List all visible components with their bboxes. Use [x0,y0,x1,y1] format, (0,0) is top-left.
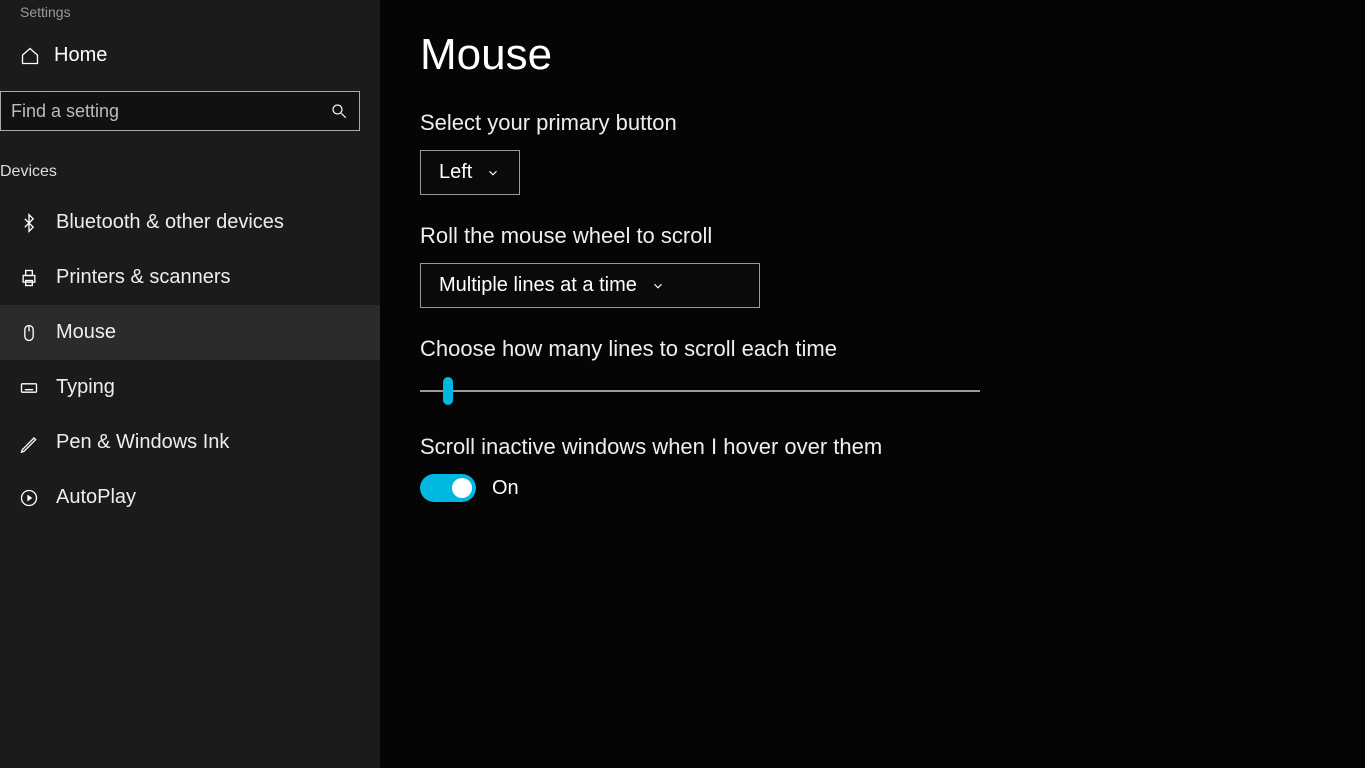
sidebar-item-pen[interactable]: Pen & Windows Ink [0,415,380,470]
scroll-mode-label: Roll the mouse wheel to scroll [420,223,1325,249]
main-content: Mouse Select your primary button Left Ro… [380,0,1365,768]
sidebar-item-label: Printers & scanners [56,266,231,289]
settings-app: Settings Home Devices [0,0,1365,768]
slider-thumb[interactable] [443,377,453,405]
sidebar-item-label: AutoPlay [56,486,136,509]
keyboard-icon [18,377,40,399]
dropdown-value: Multiple lines at a time [439,274,637,297]
page-title: Mouse [420,30,1325,80]
sidebar-item-bluetooth[interactable]: Bluetooth & other devices [0,195,380,250]
home-icon [20,46,40,66]
sidebar-item-label: Mouse [56,321,116,344]
sidebar-category: Devices [0,153,380,195]
dropdown-value: Left [439,161,472,184]
home-label: Home [54,44,107,67]
lines-per-scroll-label: Choose how many lines to scroll each tim… [420,336,1325,362]
chevron-down-icon [486,166,500,180]
inactive-scroll-toggle[interactable] [420,474,476,502]
sidebar-item-printers[interactable]: Printers & scanners [0,250,380,305]
sidebar-item-mouse[interactable]: Mouse [0,305,380,360]
sidebar-item-autoplay[interactable]: AutoPlay [0,470,380,525]
toggle-state-label: On [492,477,519,500]
printer-icon [18,267,40,289]
mouse-icon [18,322,40,344]
scroll-mode-dropdown[interactable]: Multiple lines at a time [420,263,760,308]
pen-icon [18,432,40,454]
sidebar-item-typing[interactable]: Typing [0,360,380,415]
search-input[interactable] [11,92,329,130]
primary-button-dropdown[interactable]: Left [420,150,520,195]
sidebar-nav: Bluetooth & other devices Printers & sca… [0,195,380,525]
slider-track [420,390,980,392]
window-title: Settings [0,0,380,30]
search-wrap [0,91,360,131]
search-icon [329,101,349,121]
chevron-down-icon [651,279,665,293]
sidebar-item-label: Bluetooth & other devices [56,211,284,234]
toggle-knob [452,478,472,498]
inactive-scroll-label: Scroll inactive windows when I hover ove… [420,434,1325,460]
home-link[interactable]: Home [0,30,380,81]
sidebar: Settings Home Devices [0,0,380,768]
bluetooth-icon [18,212,40,234]
primary-button-label: Select your primary button [420,110,1325,136]
inactive-scroll-row: On [420,474,1325,502]
search-box[interactable] [0,91,360,131]
autoplay-icon [18,487,40,509]
sidebar-item-label: Pen & Windows Ink [56,431,229,454]
lines-per-scroll-slider[interactable] [420,376,980,406]
sidebar-item-label: Typing [56,376,115,399]
